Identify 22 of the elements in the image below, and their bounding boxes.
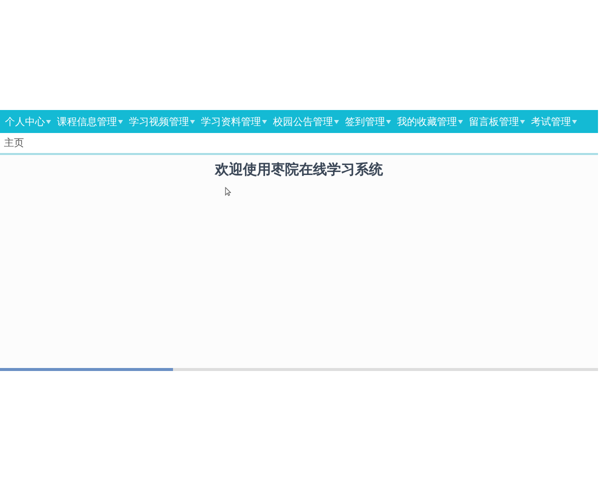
caret-icon	[190, 120, 195, 124]
nav-menu-item[interactable]: 我的收藏管理	[394, 110, 466, 133]
nav-menu-item[interactable]: 个人中心	[2, 110, 54, 133]
welcome-title: 欢迎使用枣院在线学习系统	[215, 161, 383, 179]
caret-icon	[262, 120, 267, 124]
nav-menu-item[interactable]: 签到管理	[342, 110, 394, 133]
caret-icon	[334, 120, 339, 124]
cursor-icon	[225, 187, 231, 196]
nav-menu-item[interactable]: 学习视频管理	[126, 110, 198, 133]
caret-icon	[520, 120, 525, 124]
nav-menu-item[interactable]: 课程信息管理	[54, 110, 126, 133]
playback-progress-bar[interactable]	[0, 368, 598, 371]
caret-icon	[572, 120, 577, 124]
nav-menu-item[interactable]: 留言板管理	[466, 110, 528, 133]
caret-icon	[386, 120, 391, 124]
caret-icon	[46, 120, 51, 124]
caret-icon	[458, 120, 463, 124]
nav-menu-item[interactable]: 校园公告管理	[270, 110, 342, 133]
nav-menu-item[interactable]: 学习资料管理	[198, 110, 270, 133]
nav-menu-item[interactable]: 考试管理	[528, 110, 580, 133]
caret-icon	[118, 120, 123, 124]
breadcrumb-link[interactable]: 主页	[4, 136, 24, 150]
